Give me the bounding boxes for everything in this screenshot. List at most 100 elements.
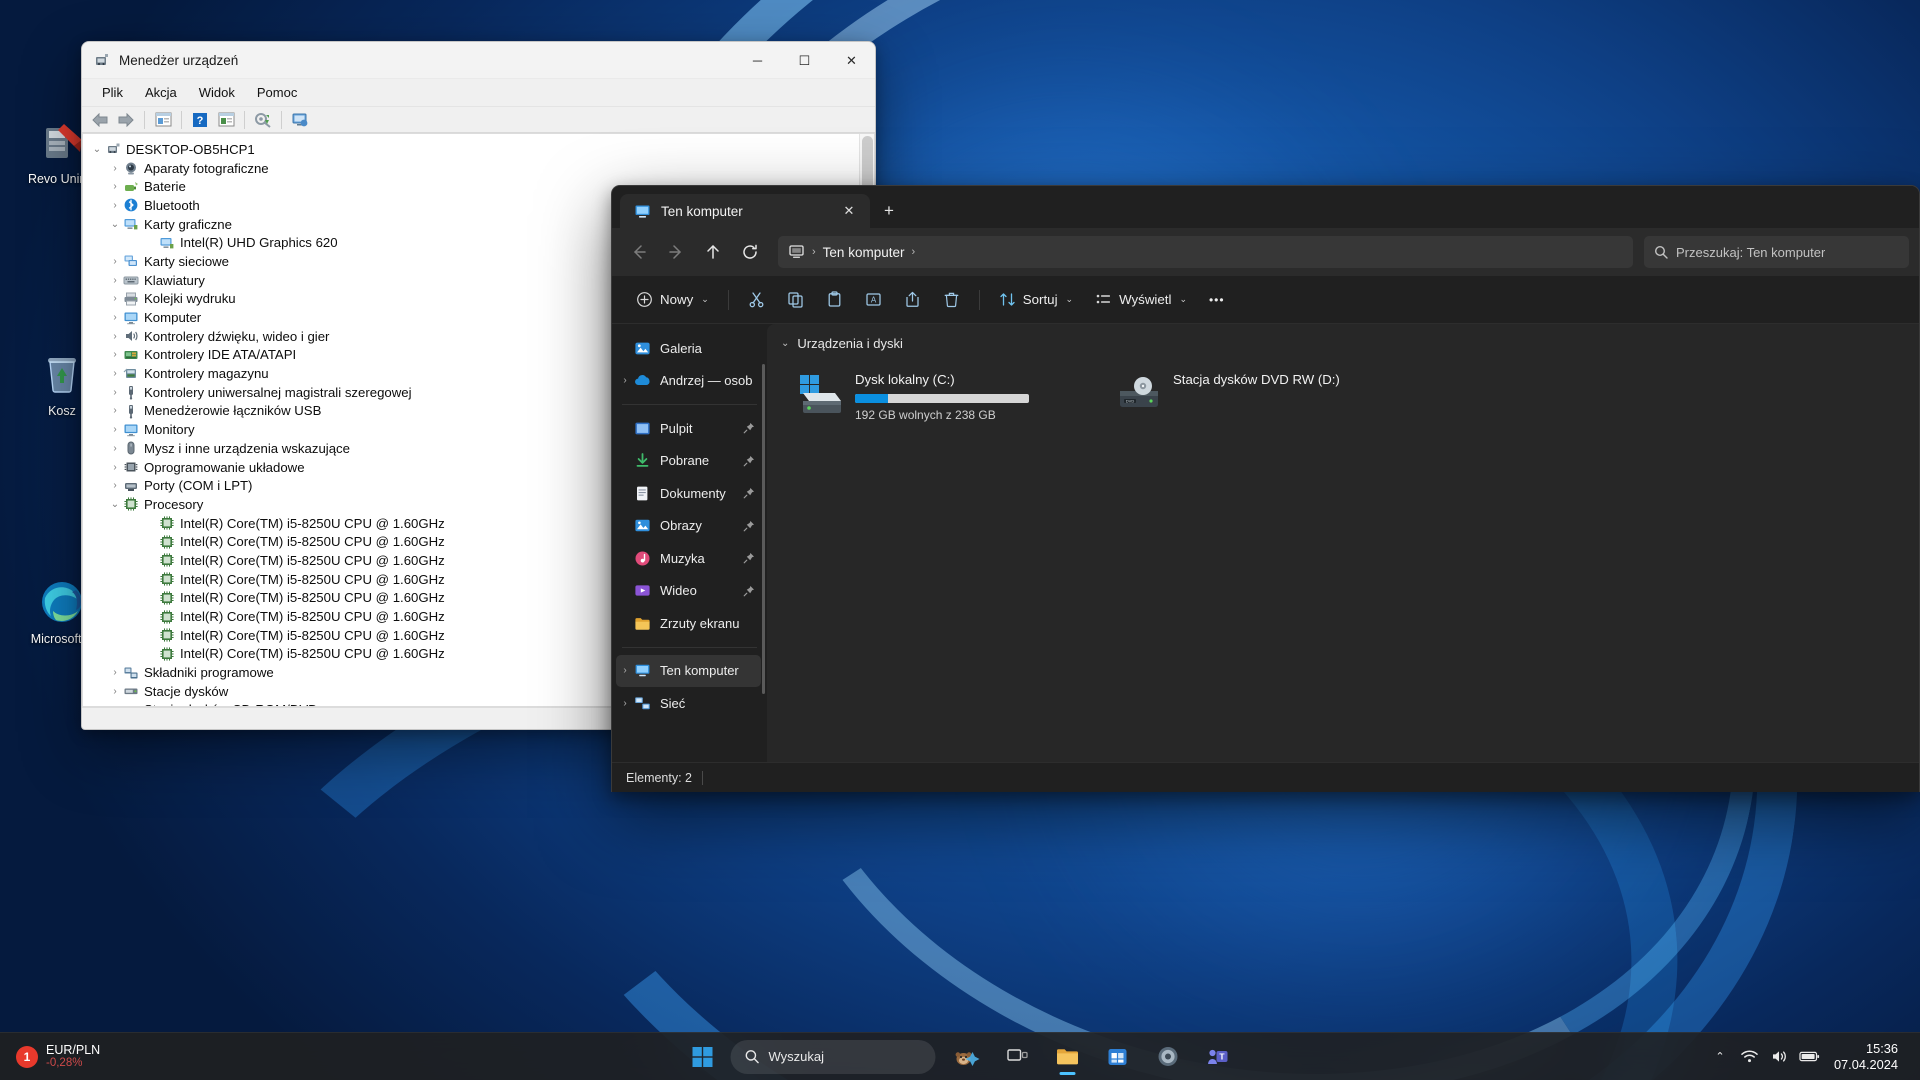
pin-icon[interactable] <box>743 455 755 467</box>
taskbar-teams-button[interactable]: T <box>1196 1037 1240 1077</box>
pin-icon[interactable] <box>743 585 755 597</box>
chevron-right-icon[interactable]: › <box>107 328 123 344</box>
properties-icon[interactable] <box>151 109 175 131</box>
chevron-right-icon[interactable]: › <box>107 253 123 269</box>
breadcrumb-current[interactable]: Ten komputer <box>823 245 905 260</box>
chevron-right-icon[interactable]: › <box>107 422 123 438</box>
back-arrow-icon[interactable] <box>88 109 112 131</box>
drive-tile[interactable]: DVD Stacja dysków DVD RW (D:) <box>1107 363 1425 431</box>
delete-button[interactable] <box>933 284 970 316</box>
tray-chevron-up-icon[interactable]: ⌃ <box>1706 1039 1734 1075</box>
chevron-right-icon[interactable]: › <box>107 702 123 706</box>
device-tree-item[interactable]: › Aparaty fotograficzne <box>83 159 874 178</box>
pin-icon[interactable] <box>743 520 755 532</box>
chevron-down-icon[interactable]: ⌄ <box>107 216 123 232</box>
chevron-right-icon[interactable]: › <box>107 440 123 456</box>
taskbar-search-box[interactable]: Wyszukaj <box>730 1039 936 1074</box>
copy-button[interactable] <box>777 284 814 316</box>
chevron-right-icon[interactable]: › <box>107 272 123 288</box>
menu-pomoc[interactable]: Pomoc <box>247 82 307 103</box>
chevron-right-icon[interactable]: › <box>107 179 123 195</box>
new-button[interactable]: Nowy ⌄ <box>626 284 719 316</box>
sidebar-item-galeria[interactable]: Galeria <box>616 332 761 365</box>
device-manager-titlebar[interactable]: Menedżer urządzeń ─ ☐ ✕ <box>82 42 875 79</box>
chevron-right-icon[interactable]: › <box>616 375 634 386</box>
taskbar-settings-button[interactable] <box>1146 1037 1190 1077</box>
battery-icon[interactable] <box>1796 1039 1824 1075</box>
volume-icon[interactable] <box>1766 1039 1794 1075</box>
chevron-right-icon[interactable]: › <box>107 291 123 307</box>
pin-icon[interactable] <box>743 487 755 499</box>
sidebar-item-muzyka[interactable]: Muzyka <box>616 542 761 575</box>
chevron-right-icon[interactable]: › <box>616 698 634 709</box>
sidebar-item-sie[interactable]: › Sieć <box>616 687 761 720</box>
sort-button[interactable]: Sortuj ⌄ <box>989 284 1083 316</box>
forward-arrow-icon[interactable] <box>114 109 138 131</box>
chevron-down-icon[interactable]: ⌄ <box>107 496 123 512</box>
sidebar-item-dokumenty[interactable]: Dokumenty <box>616 477 761 510</box>
drive-tile[interactable]: Dysk lokalny (C:) 192 GB wolnych z 238 GB <box>789 363 1107 431</box>
breadcrumb[interactable]: › Ten komputer › <box>778 236 1633 268</box>
chevron-right-icon[interactable]: › <box>107 197 123 213</box>
chevron-right-icon[interactable]: › <box>107 665 123 681</box>
sidebar-item-pobrane[interactable]: Pobrane <box>616 445 761 478</box>
start-button[interactable] <box>681 1037 725 1077</box>
taskbar-widget-eurpln[interactable]: 1 EUR/PLN -0,28% <box>4 1035 110 1079</box>
taskbar-task-view-button[interactable] <box>996 1037 1040 1077</box>
chevron-right-icon[interactable]: › <box>107 403 123 419</box>
help-icon[interactable]: ? <box>188 109 212 131</box>
breadcrumb-tail-separator[interactable]: › <box>911 246 915 258</box>
wifi-icon[interactable] <box>1736 1039 1764 1075</box>
menu-widok[interactable]: Widok <box>189 82 245 103</box>
minimize-button[interactable]: ─ <box>734 42 781 79</box>
sidebar-item-andrzej-osob[interactable]: › Andrzej — osob <box>616 365 761 398</box>
taskbar-clock[interactable]: 15:36 07.04.2024 <box>1826 1037 1908 1077</box>
explorer-content[interactable]: ⌄ Urządzenia i dyski Dysk lokalny (C:) 19… <box>767 324 1919 762</box>
taskbar-copilot-button[interactable] <box>946 1037 990 1077</box>
new-tab-button[interactable]: + <box>872 196 906 226</box>
chevron-right-icon[interactable]: › <box>107 160 123 176</box>
sidebar-item-wideo[interactable]: Wideo <box>616 575 761 608</box>
tab-close-icon[interactable]: ✕ <box>836 198 862 224</box>
chevron-right-icon[interactable]: › <box>107 459 123 475</box>
update-driver-icon[interactable] <box>288 109 312 131</box>
close-button[interactable]: ✕ <box>828 42 875 79</box>
menu-akcja[interactable]: Akcja <box>135 82 187 103</box>
group-header-devices-and-drives[interactable]: ⌄ Urządzenia i dyski <box>767 336 1919 357</box>
chevron-right-icon[interactable]: › <box>107 683 123 699</box>
sidebar-item-zrzuty-ekranu[interactable]: Zrzuty ekranu <box>616 607 761 640</box>
more-options-button[interactable]: ••• <box>1199 284 1235 316</box>
chevron-right-icon[interactable]: › <box>107 347 123 363</box>
view-button[interactable]: Wyświetl ⌄ <box>1085 284 1197 316</box>
forward-button[interactable] <box>659 236 693 268</box>
device-tree-item[interactable]: ⌄ DESKTOP-OB5HCP1 <box>83 140 874 159</box>
scan-hardware-changes-icon[interactable] <box>251 109 275 131</box>
share-button[interactable] <box>894 284 931 316</box>
chevron-down-icon[interactable]: ⌄ <box>89 141 105 157</box>
explorer-sidebar[interactable]: Galeria › Andrzej — osob Pulpit Pobrane Dokum… <box>612 324 767 762</box>
chevron-right-icon[interactable]: › <box>107 366 123 382</box>
chevron-right-icon[interactable]: › <box>107 384 123 400</box>
up-button[interactable] <box>696 236 730 268</box>
menu-plik[interactable]: Plik <box>92 82 133 103</box>
sidebar-item-ten-komputer[interactable]: › Ten komputer <box>616 654 761 687</box>
taskbar-microsoft-store-button[interactable] <box>1096 1037 1140 1077</box>
paste-button[interactable] <box>816 284 853 316</box>
maximize-button[interactable]: ☐ <box>781 42 828 79</box>
pin-icon[interactable] <box>743 422 755 434</box>
chevron-right-icon[interactable]: › <box>107 310 123 326</box>
search-input[interactable]: Przeszukaj: Ten komputer <box>1644 236 1909 268</box>
rename-button[interactable]: A <box>855 284 892 316</box>
taskbar-file-explorer-button[interactable] <box>1046 1037 1090 1077</box>
chevron-right-icon[interactable]: › <box>107 478 123 494</box>
sidebar-scrollbar[interactable] <box>762 364 765 694</box>
pin-icon[interactable] <box>743 552 755 564</box>
cut-button[interactable] <box>738 284 775 316</box>
sidebar-item-pulpit[interactable]: Pulpit <box>616 412 761 445</box>
tab-ten-komputer[interactable]: Ten komputer ✕ <box>620 194 870 228</box>
chevron-right-icon[interactable]: › <box>616 665 634 676</box>
refresh-button[interactable] <box>733 236 767 268</box>
show-hidden-devices-icon[interactable] <box>214 109 238 131</box>
back-button[interactable] <box>622 236 656 268</box>
sidebar-item-obrazy[interactable]: Obrazy <box>616 510 761 543</box>
